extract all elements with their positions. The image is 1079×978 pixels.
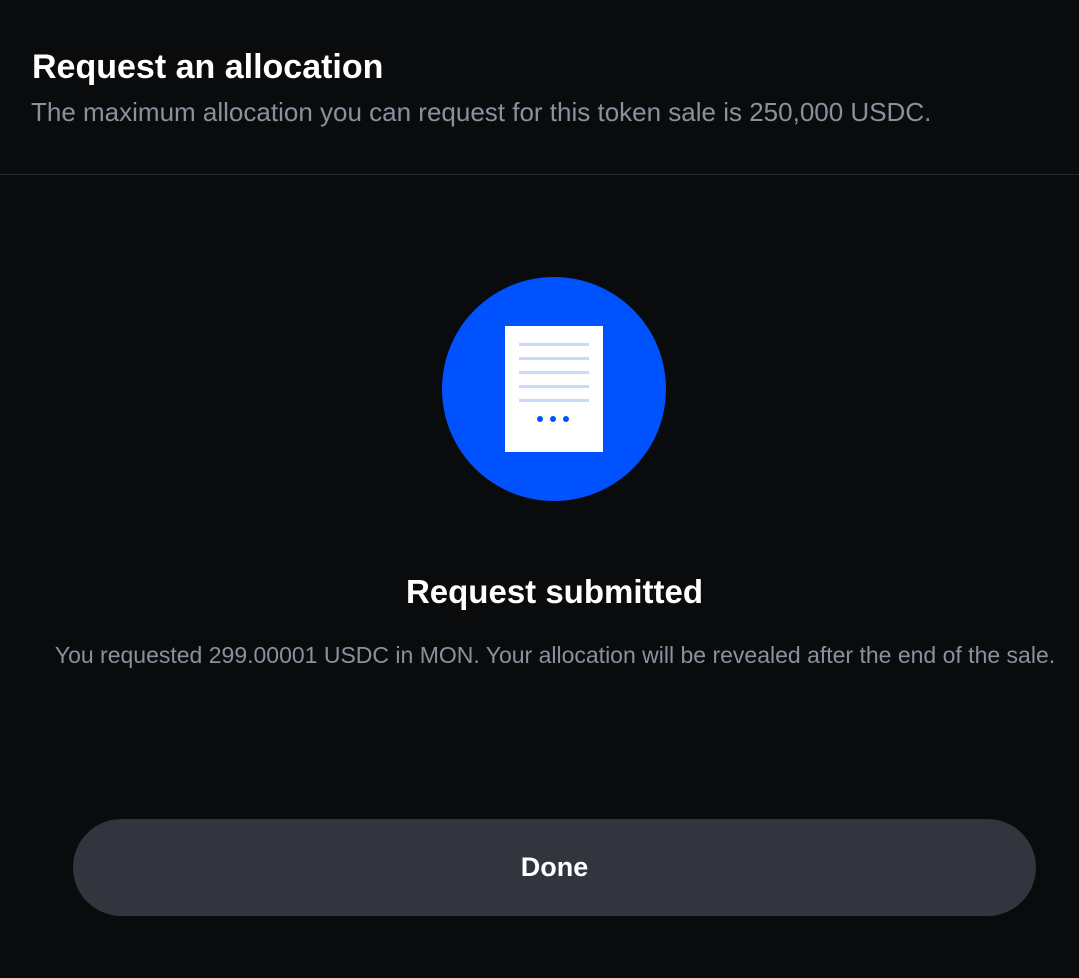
document-dot (550, 416, 556, 422)
document-line (519, 343, 589, 346)
done-button[interactable]: Done (73, 819, 1036, 916)
modal-header: Request an allocation The maximum alloca… (0, 0, 1079, 175)
document-dot (563, 416, 569, 422)
document-line (519, 385, 589, 388)
allocation-modal: Request an allocation The maximum alloca… (0, 0, 1079, 978)
document-icon (505, 326, 603, 452)
document-line (519, 357, 589, 360)
modal-title: Request an allocation (32, 48, 384, 86)
status-message: You requested 299.00001 USDC in MON. You… (54, 642, 1056, 668)
status-title: Request submitted (405, 573, 704, 610)
document-line (519, 399, 589, 402)
modal-subtitle: The maximum allocation you can request f… (31, 97, 932, 127)
document-line (519, 371, 589, 374)
document-dot (537, 416, 543, 422)
